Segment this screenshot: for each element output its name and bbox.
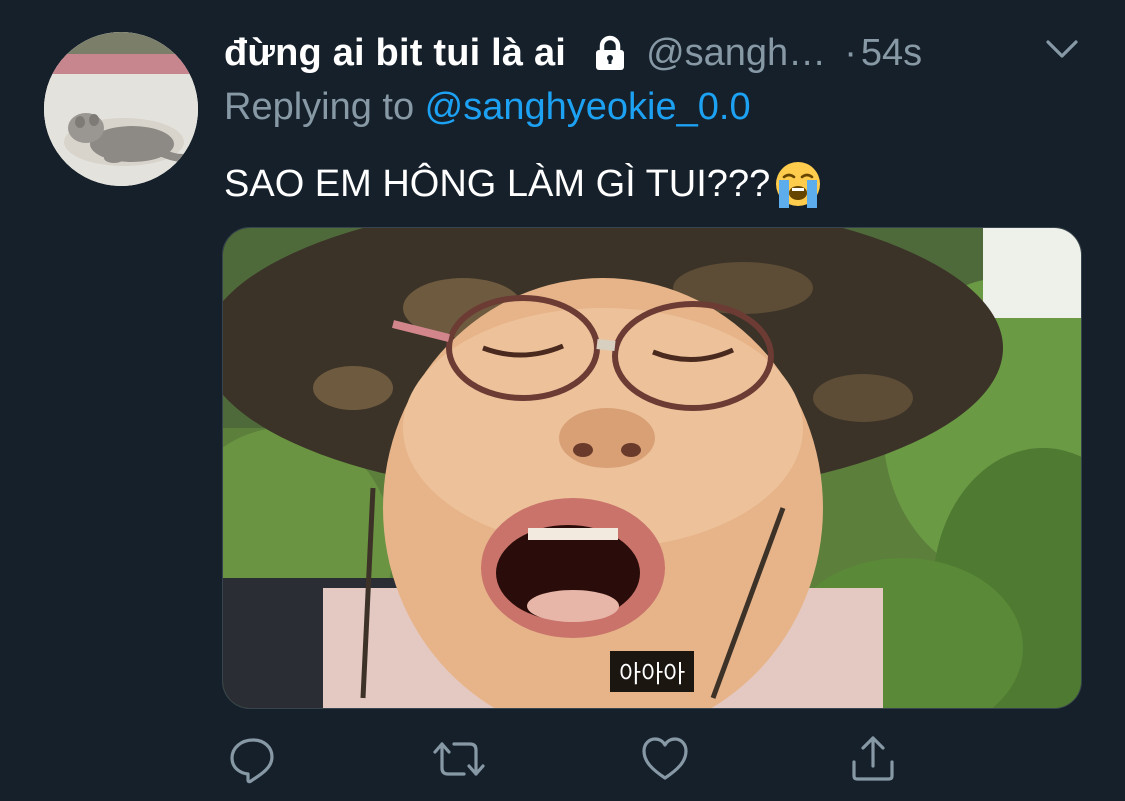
tweet-header: đừng ai bit tui là ai @sangh… · 54s [224,28,1084,78]
separator-dot: · [844,31,857,74]
retweet-icon[interactable] [432,732,486,786]
share-icon[interactable] [846,732,900,786]
timestamp[interactable]: 54s [861,32,922,75]
user-handle[interactable]: @sangh… [646,32,826,75]
tweet-media-image[interactable]: 아아아 [222,227,1082,709]
video-subtitle: 아아아 [610,651,695,692]
reply-mention-link[interactable]: @sanghyeokie_0.0 [425,86,751,128]
lock-icon [590,33,630,73]
avatar[interactable] [44,32,198,186]
display-name[interactable]: đừng ai bit tui là ai [224,32,566,75]
reply-icon[interactable] [226,732,280,786]
tweet: đừng ai bit tui là ai @sangh… · 54s Repl… [0,0,1125,801]
tweet-text: SAO EM HÔNG LÀM GÌ TUI??? [224,158,824,210]
loudly-crying-face-icon [772,158,824,210]
replying-to: Replying to @sanghyeokie_0.0 [224,86,751,129]
avatar-image [44,32,198,186]
like-icon[interactable] [638,732,692,786]
tweet-body: SAO EM HÔNG LÀM GÌ TUI??? [224,162,771,205]
action-bar [0,732,1125,792]
media-photo [223,228,1081,708]
replying-to-label: Replying to [224,86,425,128]
chevron-down-icon[interactable] [1042,34,1082,64]
